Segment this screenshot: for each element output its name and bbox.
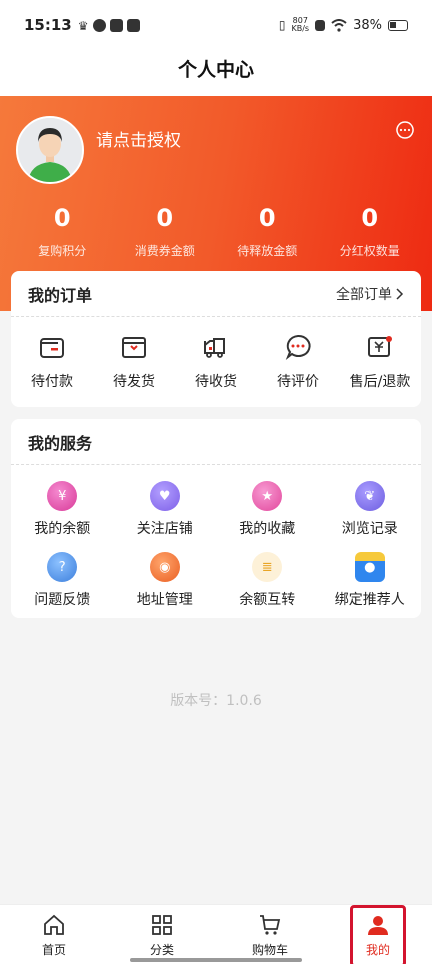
nav-label: 购物车 bbox=[251, 943, 288, 957]
nav-category[interactable]: 分类 bbox=[108, 905, 216, 964]
service-label: 余额互转 bbox=[239, 592, 296, 608]
service-label: 浏览记录 bbox=[341, 521, 398, 537]
status-time: 15:13 bbox=[24, 16, 72, 34]
authorize-link[interactable]: 请点击授权 bbox=[96, 126, 181, 151]
battery-icon bbox=[388, 19, 408, 31]
package-icon bbox=[122, 337, 146, 358]
services-card: 我的服务 ¥ 我的余额 ♥ 关注店铺 ★ 我的收藏 ❦ 浏览记录 ? 问题反馈 … bbox=[11, 419, 421, 618]
wallet-icon bbox=[40, 338, 64, 358]
status-bar: 15:13 ♛ ▯ 807 KB/s 38% bbox=[0, 0, 432, 50]
order-pending-payment[interactable]: 待付款 bbox=[11, 333, 93, 391]
stat-repurchase-points[interactable]: 0 复购积分 bbox=[11, 204, 114, 259]
service-address-management[interactable]: ◉ 地址管理 bbox=[114, 552, 217, 609]
order-status-row: 待付款 待发货 待收货 待评价 售后/退款 bbox=[11, 317, 421, 391]
orders-card: 我的订单 全部订单 待付款 待发货 待收货 待评价 售后/退款 bbox=[11, 271, 421, 407]
question-icon: ? bbox=[47, 552, 78, 582]
stat-dividend-rights[interactable]: 0 分红权数量 bbox=[319, 204, 422, 259]
default-avatar-icon bbox=[18, 118, 82, 182]
order-item-label: 待付款 bbox=[31, 374, 73, 390]
vibrate-icon: ▯ bbox=[278, 18, 286, 32]
bottom-nav: 首页 分类 购物车 我的 bbox=[0, 904, 432, 964]
stat-label: 复购积分 bbox=[38, 244, 87, 258]
nav-home[interactable]: 首页 bbox=[0, 905, 108, 964]
all-orders-label: 全部订单 bbox=[336, 286, 392, 303]
status-notification-icons: ♛ bbox=[77, 18, 140, 33]
mail-notification-icon bbox=[126, 18, 140, 32]
nav-label: 首页 bbox=[41, 943, 66, 957]
home-indicator[interactable] bbox=[130, 958, 302, 962]
balance-icon: ¥ bbox=[47, 481, 78, 511]
net-speed-unit: KB/s bbox=[291, 24, 310, 33]
crown-icon: ♛ bbox=[77, 18, 89, 33]
service-label: 问题反馈 bbox=[34, 592, 91, 608]
service-balance-transfer[interactable]: ≣ 余额互转 bbox=[216, 552, 319, 609]
services-title: 我的服务 bbox=[28, 433, 93, 453]
version-text: 版本号：1.0.6 bbox=[170, 693, 262, 709]
no-sim-icon bbox=[315, 19, 326, 31]
order-pending-receipt[interactable]: 待收货 bbox=[175, 333, 257, 391]
order-pending-review[interactable]: 待评价 bbox=[257, 333, 339, 391]
page-title: 个人中心 bbox=[0, 50, 432, 96]
orders-header: 我的订单 全部订单 bbox=[11, 271, 421, 317]
order-pending-shipment[interactable]: 待发货 bbox=[93, 333, 175, 391]
message-icon[interactable] bbox=[395, 120, 415, 140]
order-item-label: 售后/退款 bbox=[349, 374, 411, 390]
nav-cart[interactable]: 购物车 bbox=[216, 905, 324, 964]
service-my-favorites[interactable]: ★ 我的收藏 bbox=[216, 481, 319, 538]
order-after-sales[interactable]: 售后/退款 bbox=[339, 333, 421, 391]
service-bind-referrer[interactable]: ● 绑定推荐人 bbox=[319, 552, 422, 609]
chevron-right-icon bbox=[396, 287, 404, 300]
footprint-icon: ❦ bbox=[354, 481, 385, 511]
stats-row: 0 复购积分 0 消费券金额 0 待释放金额 0 分红权数量 bbox=[11, 204, 421, 259]
coins-icon: ≣ bbox=[252, 552, 283, 582]
service-feedback[interactable]: ? 问题反馈 bbox=[11, 552, 114, 609]
service-my-balance[interactable]: ¥ 我的余额 bbox=[11, 481, 114, 538]
services-grid: ¥ 我的余额 ♥ 关注店铺 ★ 我的收藏 ❦ 浏览记录 ? 问题反馈 ◉ 地址管… bbox=[11, 465, 421, 609]
star-icon: ★ bbox=[252, 481, 283, 511]
service-label: 地址管理 bbox=[136, 592, 193, 608]
lock-icon: ● bbox=[354, 552, 385, 582]
comment-icon bbox=[285, 334, 311, 360]
refund-icon bbox=[368, 336, 392, 357]
services-header: 我的服务 bbox=[11, 419, 421, 465]
home-icon bbox=[44, 914, 64, 935]
stat-value: 0 bbox=[53, 204, 71, 232]
location-icon: ◉ bbox=[149, 552, 180, 582]
all-orders-link[interactable]: 全部订单 bbox=[336, 284, 404, 304]
order-item-label: 待发货 bbox=[113, 374, 155, 390]
order-item-label: 待评价 bbox=[277, 374, 319, 390]
service-followed-shops[interactable]: ♥ 关注店铺 bbox=[114, 481, 217, 538]
stat-value: 0 bbox=[361, 204, 379, 232]
grid-icon bbox=[152, 915, 172, 935]
service-label: 绑定推荐人 bbox=[334, 592, 405, 608]
stat-value: 0 bbox=[156, 204, 174, 232]
stat-label: 消费券金额 bbox=[134, 244, 195, 258]
heart-icon: ♥ bbox=[149, 481, 180, 511]
play-notification-icon bbox=[109, 18, 123, 32]
service-label: 我的收藏 bbox=[239, 521, 296, 537]
stat-label: 分红权数量 bbox=[339, 244, 400, 258]
nav-mine[interactable]: 我的 bbox=[324, 905, 432, 964]
net-speed: 807 KB/s bbox=[291, 17, 309, 33]
highlight-box bbox=[350, 905, 406, 964]
battery-percent: 38% bbox=[353, 17, 382, 33]
cart-icon bbox=[260, 915, 281, 935]
truck-icon bbox=[204, 338, 225, 358]
stat-label: 待释放金额 bbox=[237, 244, 298, 258]
check-notification-icon bbox=[92, 18, 106, 32]
stat-value: 0 bbox=[258, 204, 276, 232]
service-browse-history[interactable]: ❦ 浏览记录 bbox=[319, 481, 422, 538]
orders-title: 我的订单 bbox=[28, 285, 93, 305]
avatar[interactable] bbox=[16, 116, 84, 184]
stat-pending-release[interactable]: 0 待释放金额 bbox=[216, 204, 319, 259]
wifi-icon bbox=[331, 18, 347, 32]
nav-label: 分类 bbox=[149, 943, 174, 957]
service-label: 关注店铺 bbox=[136, 521, 193, 537]
order-item-label: 待收货 bbox=[195, 374, 237, 390]
service-label: 我的余额 bbox=[34, 521, 91, 537]
stat-coupon-amount[interactable]: 0 消费券金额 bbox=[114, 204, 217, 259]
